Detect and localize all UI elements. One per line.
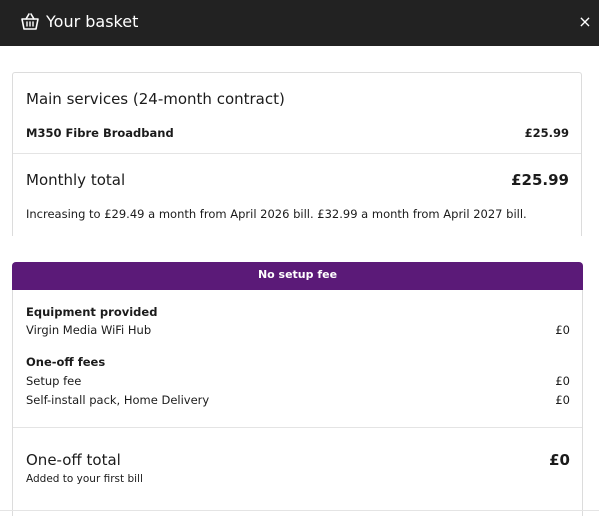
one-off-total-note: Added to your first bill	[26, 473, 143, 485]
close-button[interactable]: ×	[577, 12, 593, 32]
basket-title: Your basket	[46, 12, 139, 31]
no-setup-fee-banner: No setup fee	[12, 262, 583, 290]
one-off-total-row: One-off total £0	[26, 450, 570, 470]
self-install-row: Self-install pack, Home Delivery £0	[26, 392, 570, 408]
setup-fee-row: Setup fee £0	[26, 373, 570, 389]
equipment-label: Virgin Media WiFi Hub	[26, 323, 152, 337]
equipment-price: £0	[555, 323, 570, 337]
bottom-divider	[0, 510, 599, 511]
basket-header: Your basket ×	[0, 0, 599, 46]
divider	[13, 153, 581, 154]
broadband-price: £25.99	[524, 126, 569, 140]
one-off-total-price: £0	[549, 451, 570, 469]
one-off-fees-heading: One-off fees	[26, 355, 106, 369]
divider	[13, 427, 582, 428]
one-off-total-label: One-off total	[26, 451, 121, 469]
one-off-card: No setup fee Equipment provided Virgin M…	[12, 262, 583, 516]
broadband-name: M350 Fibre Broadband	[26, 126, 174, 140]
self-install-price: £0	[555, 393, 570, 407]
setup-fee-label: Setup fee	[26, 374, 82, 388]
price-rise-note: Increasing to £29.49 a month from April …	[26, 207, 527, 221]
setup-fee-price: £0	[555, 374, 570, 388]
equipment-heading: Equipment provided	[26, 305, 158, 319]
broadband-row: M350 Fibre Broadband £25.99	[26, 125, 569, 141]
monthly-total-price: £25.99	[511, 171, 569, 189]
equipment-row: Virgin Media WiFi Hub £0	[26, 322, 570, 338]
monthly-total-label: Monthly total	[26, 171, 126, 189]
main-services-card: Main services (24-month contract) M350 F…	[12, 72, 582, 236]
main-services-heading: Main services (24-month contract)	[26, 90, 285, 108]
basket-icon	[21, 13, 39, 30]
self-install-label: Self-install pack, Home Delivery	[26, 393, 210, 407]
monthly-total-row: Monthly total £25.99	[26, 170, 569, 190]
